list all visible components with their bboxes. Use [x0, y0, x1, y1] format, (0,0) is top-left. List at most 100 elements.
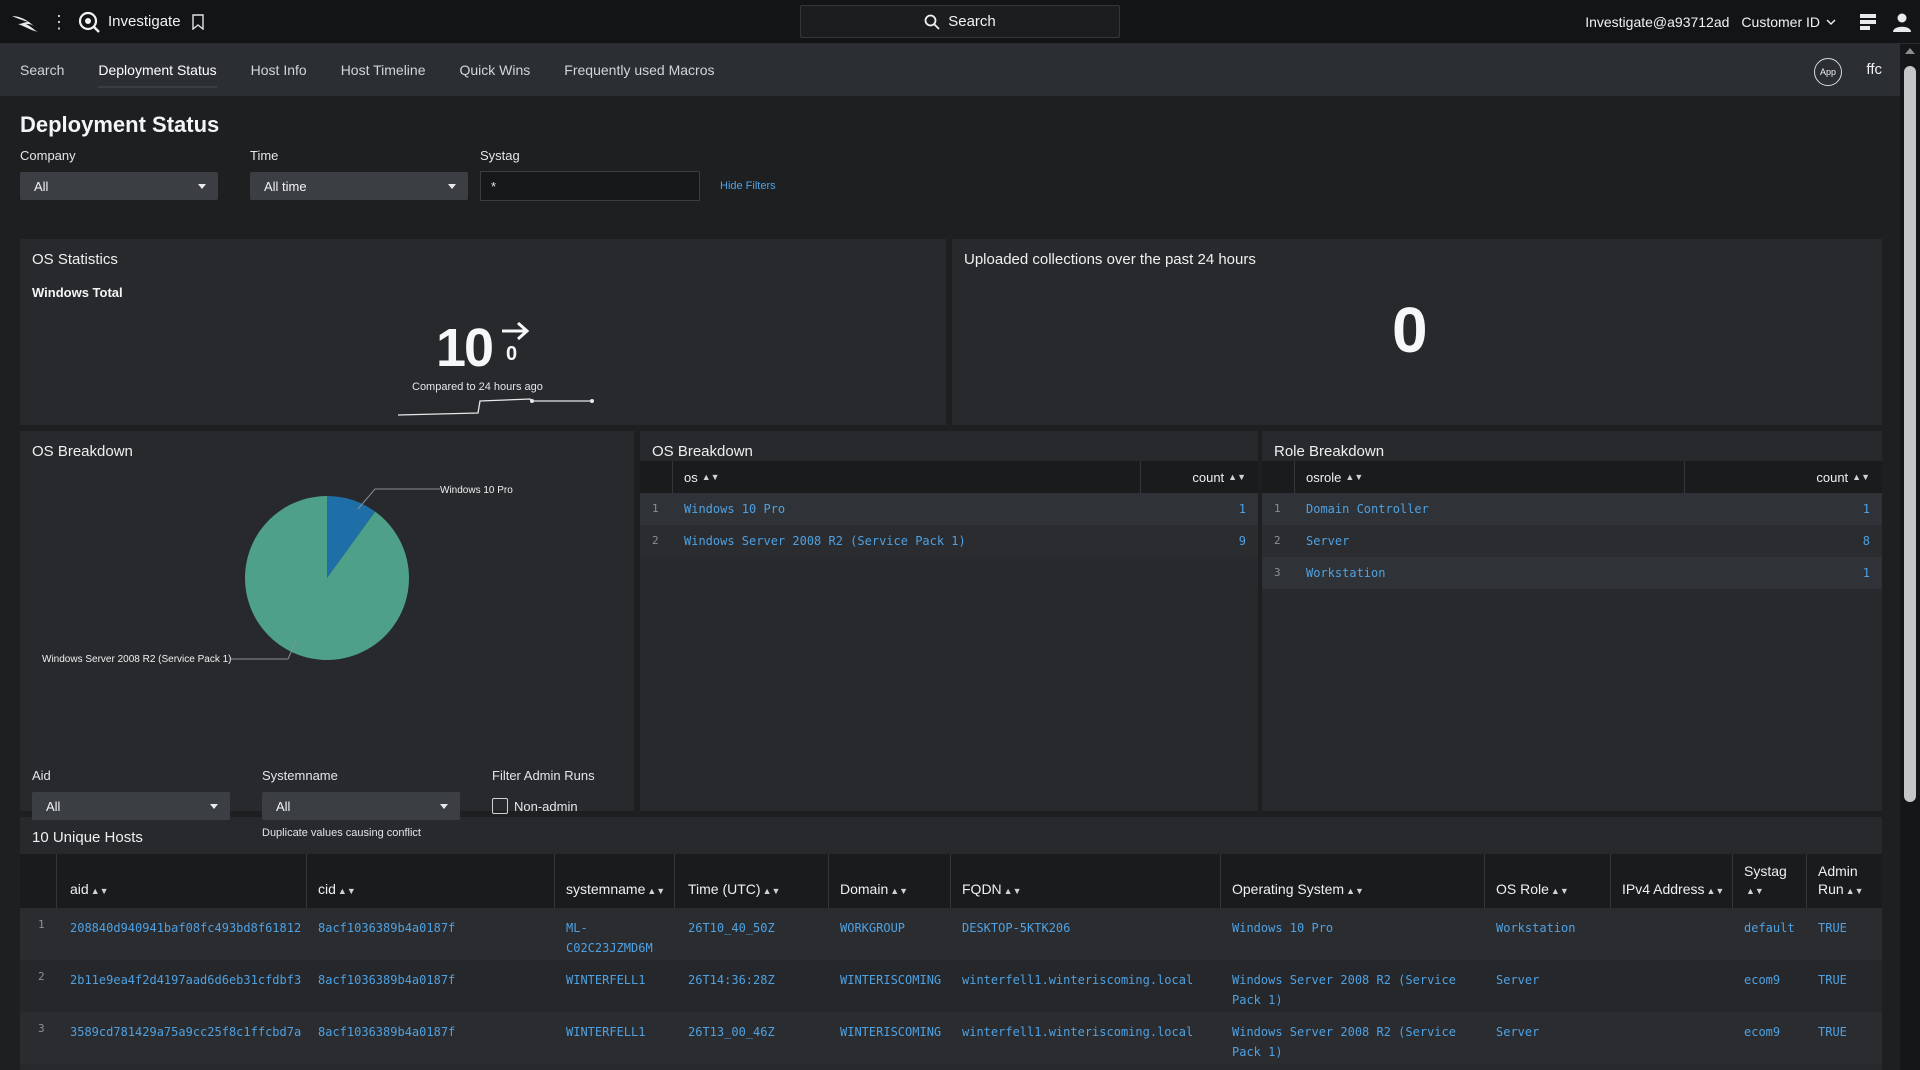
- column-os-header[interactable]: os ▲▼: [684, 461, 720, 493]
- fqdn-cell[interactable]: DESKTOP-5KTK206: [962, 918, 1070, 938]
- user-account[interactable]: Investigate@a93712ad: [1585, 14, 1729, 30]
- role-breakdown-title: Role Breakdown: [1274, 443, 1385, 460]
- non-admin-checkbox[interactable]: [492, 798, 508, 814]
- cid-cell[interactable]: 8acf1036389b4a0187f: [318, 918, 455, 938]
- table-row[interactable]: 2 Server 8: [1262, 525, 1882, 557]
- aid-cell[interactable]: 2b11e9ea4f2d4197aad6d6eb31cfdbf3: [70, 970, 301, 990]
- tab-frequently-used-macros[interactable]: Frequently used Macros: [564, 44, 726, 96]
- domain-cell[interactable]: WINTERISCOMING: [840, 1022, 941, 1042]
- fqdn-cell[interactable]: winterfell1.winteriscoming.local: [962, 1022, 1193, 1042]
- role-cell[interactable]: Domain Controller: [1306, 502, 1429, 516]
- pie-label-windows-server: Windows Server 2008 R2 (Service Pack 1): [42, 654, 232, 665]
- sort-icon: ▲▼: [1845, 886, 1864, 896]
- count-cell[interactable]: 1: [1863, 502, 1870, 516]
- hide-filters-link[interactable]: Hide Filters: [720, 180, 776, 192]
- scroll-up-icon[interactable]: [1905, 48, 1915, 54]
- sort-icon: ▲▼: [1228, 472, 1246, 482]
- table-row[interactable]: 1 208840d940941baf08fc493bd8f61812 8acf1…: [20, 908, 1882, 960]
- admin-run-cell[interactable]: TRUE: [1818, 918, 1847, 938]
- time-cell[interactable]: 26T10_40_50Z: [688, 918, 775, 938]
- table-row[interactable]: 2 2b11e9ea4f2d4197aad6d6eb31cfdbf3 8acf1…: [20, 960, 1882, 1012]
- systag-input[interactable]: *: [480, 171, 700, 201]
- role-cell[interactable]: Server: [1496, 1022, 1539, 1042]
- time-dropdown[interactable]: All time: [250, 172, 468, 200]
- systemname-dropdown[interactable]: All: [262, 792, 460, 820]
- column-admin-run-header[interactable]: Admin Run ▲▼: [1818, 862, 1864, 900]
- tab-quick-wins[interactable]: Quick Wins: [460, 44, 543, 96]
- column-os-header[interactable]: Operating System ▲▼: [1232, 880, 1364, 900]
- aid-dropdown[interactable]: All: [32, 792, 230, 820]
- falcon-logo-icon[interactable]: [10, 10, 42, 34]
- sort-icon: ▲▼: [1852, 472, 1870, 482]
- domain-cell[interactable]: WORKGROUP: [840, 918, 905, 938]
- os-breakdown-pie: Windows 10 Pro Windows Server 2008 R2 (S…: [42, 485, 513, 665]
- os-cell[interactable]: Windows Server 2008 R2 (Service Pack 1): [1232, 970, 1456, 1010]
- count-cell[interactable]: 1: [1863, 566, 1870, 580]
- non-admin-label[interactable]: Non-admin: [514, 799, 578, 814]
- global-search-input[interactable]: Search: [800, 5, 1120, 38]
- role-cell[interactable]: Server: [1306, 534, 1349, 548]
- column-systemname-header[interactable]: systemname ▲▼: [566, 880, 665, 900]
- table-row[interactable]: 3 3589cd781429a75a9cc25f8c1ffcbd7a 8acf1…: [20, 1012, 1882, 1064]
- column-count-header[interactable]: count ▲▼: [1816, 461, 1870, 493]
- count-cell[interactable]: 9: [1239, 534, 1246, 548]
- page-scrollbar[interactable]: [1900, 44, 1920, 1070]
- cid-cell[interactable]: 8acf1036389b4a0187f: [318, 970, 455, 990]
- tab-deployment-status[interactable]: Deployment Status: [98, 44, 228, 96]
- role-cell[interactable]: Workstation: [1306, 566, 1385, 580]
- count-cell[interactable]: 1: [1239, 502, 1246, 516]
- column-fqdn-header[interactable]: FQDN ▲▼: [962, 880, 1022, 900]
- column-ipv4-header[interactable]: IPv4 Address ▲▼: [1622, 880, 1724, 900]
- os-cell[interactable]: Windows 10 Pro: [684, 502, 785, 516]
- systag-cell[interactable]: ecom9: [1744, 970, 1780, 990]
- os-cell[interactable]: Windows Server 2008 R2 (Service Pack 1): [684, 534, 966, 548]
- tab-host-info[interactable]: Host Info: [251, 44, 319, 96]
- notifications-icon[interactable]: [1858, 12, 1878, 32]
- app-badge-icon[interactable]: App: [1814, 58, 1842, 86]
- fqdn-cell[interactable]: winterfell1.winteriscoming.local: [962, 970, 1193, 990]
- pie-slice-windows-server-2008-r2-service-pack-1[interactable]: [244, 496, 410, 660]
- column-osrole-header[interactable]: osrole ▲▼: [1306, 461, 1363, 493]
- app-name[interactable]: Investigate: [108, 13, 181, 30]
- caret-down-icon: [210, 804, 218, 809]
- domain-cell[interactable]: WINTERISCOMING: [840, 970, 941, 990]
- tab-host-timeline[interactable]: Host Timeline: [341, 44, 438, 96]
- os-cell[interactable]: Windows 10 Pro: [1232, 918, 1333, 938]
- column-domain-header[interactable]: Domain ▲▼: [840, 880, 908, 900]
- column-os-role-header[interactable]: OS Role ▲▼: [1496, 880, 1569, 900]
- role-cell[interactable]: Workstation: [1496, 918, 1575, 938]
- cid-cell[interactable]: 8acf1036389b4a0187f: [318, 1022, 455, 1042]
- column-count-header[interactable]: count ▲▼: [1192, 461, 1246, 493]
- systemname-cell[interactable]: WINTERFELL1: [566, 970, 645, 990]
- user-profile-icon[interactable]: [1892, 12, 1912, 32]
- table-row[interactable]: 1 Windows 10 Pro 1: [640, 493, 1258, 525]
- systag-cell[interactable]: ecom9: [1744, 1022, 1780, 1042]
- admin-run-cell[interactable]: TRUE: [1818, 970, 1847, 990]
- os-breakdown-table-title: OS Breakdown: [652, 443, 753, 460]
- column-time-header[interactable]: Time (UTC) ▲▼: [688, 880, 780, 900]
- column-aid-header[interactable]: aid ▲▼: [70, 880, 109, 900]
- count-cell[interactable]: 8: [1863, 534, 1870, 548]
- table-row[interactable]: 2 Windows Server 2008 R2 (Service Pack 1…: [640, 525, 1258, 557]
- time-cell[interactable]: 26T14:36:28Z: [688, 970, 775, 990]
- os-cell[interactable]: Windows Server 2008 R2 (Service Pack 1): [1232, 1022, 1456, 1062]
- column-cid-header[interactable]: cid ▲▼: [318, 880, 356, 900]
- customer-id-dropdown[interactable]: Customer ID: [1741, 14, 1836, 30]
- systemname-cell[interactable]: ML- C02C23JZMD6M: [566, 918, 653, 958]
- aid-cell[interactable]: 208840d940941baf08fc493bd8f61812: [70, 918, 301, 938]
- column-systag-header[interactable]: Systag ▲▼: [1744, 862, 1787, 900]
- scrollbar-thumb[interactable]: [1904, 66, 1916, 802]
- menu-dots-icon[interactable]: ⋮: [50, 13, 68, 31]
- table-row[interactable]: 1 Domain Controller 1: [1262, 493, 1882, 525]
- systemname-cell[interactable]: WINTERFELL1: [566, 1022, 645, 1042]
- tab-search[interactable]: Search: [20, 44, 76, 96]
- table-row[interactable]: 3 Workstation 1: [1262, 557, 1882, 589]
- aid-cell[interactable]: 3589cd781429a75a9cc25f8c1ffcbd7a: [70, 1022, 301, 1042]
- role-cell[interactable]: Server: [1496, 970, 1539, 990]
- company-dropdown[interactable]: All: [20, 172, 218, 200]
- bookmark-icon[interactable]: [191, 13, 205, 30]
- admin-run-cell[interactable]: TRUE: [1818, 1022, 1847, 1042]
- systag-cell[interactable]: default: [1744, 918, 1795, 938]
- windows-total-value: 10: [436, 318, 494, 378]
- time-cell[interactable]: 26T13_00_46Z: [688, 1022, 775, 1042]
